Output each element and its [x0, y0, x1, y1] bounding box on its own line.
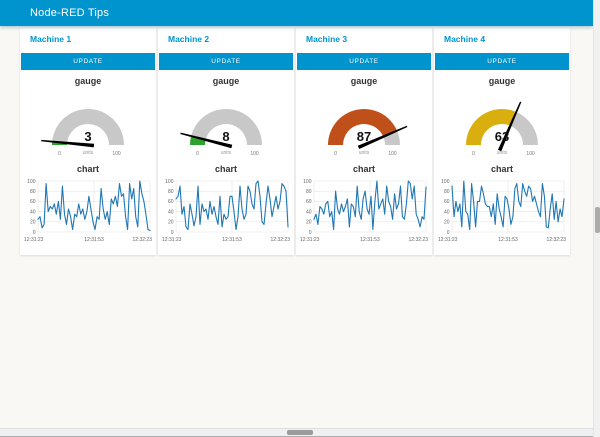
gauge-widget-title: gauge [20, 76, 156, 86]
app-header: Node-RED Tips [0, 0, 593, 26]
svg-text:12:31:23: 12:31:23 [438, 237, 458, 243]
update-button[interactable]: UPDATE [21, 53, 155, 70]
gauge-chart: 8 units 0 100 [166, 87, 286, 159]
dashboard-cards-row: Machine 1 UPDATE gauge 3 units 0 100 chart … [20, 28, 570, 255]
chart-widget-title: chart [158, 164, 294, 174]
svg-text:100: 100 [388, 151, 397, 157]
svg-text:0: 0 [472, 151, 475, 157]
svg-text:0: 0 [33, 230, 36, 236]
svg-text:100: 100 [165, 179, 174, 185]
gauge-chart: 63 units 0 100 [442, 87, 562, 159]
svg-text:0: 0 [196, 151, 199, 157]
gauge-widget: gauge 87 units 0 100 [296, 76, 432, 159]
machine-card-title: Machine 4 [444, 34, 485, 44]
machine-card: Machine 1 UPDATE gauge 3 units 0 100 chart … [20, 28, 156, 255]
svg-text:100: 100 [526, 151, 535, 157]
gauge-widget-title: gauge [296, 76, 432, 86]
svg-text:20: 20 [306, 220, 312, 226]
svg-text:12:31:53: 12:31:53 [498, 237, 518, 243]
gauge-widget: gauge 3 units 0 100 [20, 76, 156, 159]
machine-card-title: Machine 3 [306, 34, 347, 44]
svg-text:100: 100 [303, 179, 312, 185]
svg-text:87: 87 [357, 129, 371, 144]
line-chart: 100 80 60 40 20 012:31:23 12:31:53 12:32:23 [437, 176, 567, 248]
svg-text:80: 80 [306, 189, 312, 195]
svg-text:0: 0 [309, 230, 312, 236]
chart-widget: chart 100 80 60 40 20 012:31:23 12:31:53 12:32:… [158, 164, 294, 248]
svg-text:60: 60 [168, 199, 174, 205]
svg-text:12:31:53: 12:31:53 [222, 237, 242, 243]
svg-text:units: units [359, 150, 370, 156]
svg-text:12:32:23: 12:32:23 [133, 237, 153, 243]
horizontal-scrollbar-thumb[interactable] [287, 430, 313, 435]
machine-card: Machine 3 UPDATE gauge 87 units 0 100 chart… [296, 28, 432, 255]
chart-widget: chart 100 80 60 40 20 012:31:23 12:31:53 12:32:… [20, 164, 156, 248]
svg-text:63: 63 [495, 129, 509, 144]
machine-card-title: Machine 1 [30, 34, 71, 44]
svg-text:40: 40 [306, 209, 312, 215]
svg-text:60: 60 [306, 199, 312, 205]
svg-text:40: 40 [168, 209, 174, 215]
svg-text:12:32:23: 12:32:23 [409, 237, 429, 243]
svg-text:100: 100 [112, 151, 121, 157]
svg-text:20: 20 [444, 220, 450, 226]
machine-card: Machine 2 UPDATE gauge 8 units 0 100 chart … [158, 28, 294, 255]
svg-text:3: 3 [84, 129, 91, 144]
svg-text:units: units [83, 150, 94, 156]
svg-text:100: 100 [250, 151, 259, 157]
gauge-widget-title: gauge [434, 76, 570, 86]
svg-text:units: units [497, 150, 508, 156]
svg-text:12:32:23: 12:32:23 [271, 237, 291, 243]
chart-widget: chart 100 80 60 40 20 012:31:23 12:31:53 12:32:… [434, 164, 570, 248]
gauge-widget-title: gauge [158, 76, 294, 86]
chart-widget-title: chart [20, 164, 156, 174]
svg-text:0: 0 [334, 151, 337, 157]
line-chart: 100 80 60 40 20 012:31:23 12:31:53 12:32:23 [161, 176, 291, 248]
horizontal-scrollbar[interactable] [0, 428, 600, 436]
svg-text:80: 80 [168, 189, 174, 195]
svg-text:60: 60 [444, 199, 450, 205]
svg-text:100: 100 [27, 179, 36, 185]
svg-text:100: 100 [441, 179, 450, 185]
svg-text:12:31:23: 12:31:23 [300, 237, 320, 243]
gauge-widget: gauge 8 units 0 100 [158, 76, 294, 159]
chart-widget-title: chart [434, 164, 570, 174]
machine-card-title: Machine 2 [168, 34, 209, 44]
svg-text:12:31:23: 12:31:23 [162, 237, 182, 243]
gauge-chart: 3 units 0 100 [28, 87, 148, 159]
svg-text:0: 0 [447, 230, 450, 236]
line-chart: 100 80 60 40 20 012:31:23 12:31:53 12:32:23 [299, 176, 429, 248]
svg-text:0: 0 [171, 230, 174, 236]
vertical-scrollbar[interactable] [593, 0, 600, 437]
svg-text:0: 0 [58, 151, 61, 157]
vertical-scrollbar-thumb[interactable] [595, 207, 600, 233]
gauge-chart: 87 units 0 100 [304, 87, 424, 159]
line-chart: 100 80 60 40 20 012:31:23 12:31:53 12:32:23 [23, 176, 153, 248]
chart-widget: chart 100 80 60 40 20 012:31:23 12:31:53 12:32:… [296, 164, 432, 248]
svg-text:12:31:23: 12:31:23 [24, 237, 44, 243]
update-button[interactable]: UPDATE [159, 53, 293, 70]
update-button[interactable]: UPDATE [297, 53, 431, 70]
svg-text:20: 20 [168, 220, 174, 226]
update-button[interactable]: UPDATE [435, 53, 569, 70]
svg-text:12:32:23: 12:32:23 [547, 237, 567, 243]
svg-text:12:31:53: 12:31:53 [360, 237, 380, 243]
svg-text:8: 8 [222, 129, 229, 144]
svg-text:80: 80 [30, 189, 36, 195]
svg-text:40: 40 [444, 209, 450, 215]
svg-text:20: 20 [30, 220, 36, 226]
app-title: Node-RED Tips [30, 7, 109, 19]
gauge-widget: gauge 63 units 0 100 [434, 76, 570, 159]
svg-text:12:31:53: 12:31:53 [84, 237, 104, 243]
machine-card: Machine 4 UPDATE gauge 63 units 0 100 chart… [434, 28, 570, 255]
svg-text:80: 80 [444, 189, 450, 195]
chart-widget-title: chart [296, 164, 432, 174]
svg-text:60: 60 [30, 199, 36, 205]
svg-text:units: units [221, 150, 232, 156]
svg-text:40: 40 [30, 209, 36, 215]
